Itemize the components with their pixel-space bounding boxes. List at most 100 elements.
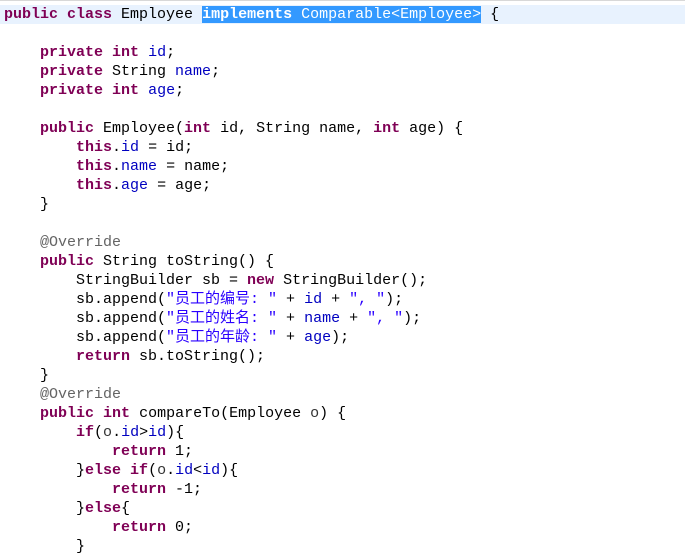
string-literal: "员工的编号: ": [166, 291, 278, 308]
code-text: }: [4, 462, 86, 479]
code-text: ;: [211, 63, 221, 80]
code-line[interactable]: }: [0, 537, 685, 556]
code-text: <: [193, 462, 203, 479]
field-ref: id: [175, 462, 194, 479]
code-text: String toString() {: [94, 253, 275, 270]
code-text: }: [4, 367, 50, 384]
code-line[interactable]: if(o.id>id){: [0, 423, 685, 442]
keyword: if: [76, 424, 95, 441]
code-line[interactable]: [0, 214, 685, 233]
code-line[interactable]: }else{: [0, 499, 685, 518]
keyword: return: [76, 348, 131, 365]
code-text: ;: [175, 82, 185, 99]
code-text: .: [166, 462, 176, 479]
code-line[interactable]: private int age;: [0, 81, 685, 100]
field-ref: age: [304, 329, 332, 346]
code-line[interactable]: return sb.toString();: [0, 347, 685, 366]
code-text: ;: [166, 44, 176, 61]
code-line[interactable]: @Override: [0, 385, 685, 404]
code-line[interactable]: [0, 100, 685, 119]
code-text: -1;: [166, 481, 203, 498]
code-line[interactable]: [0, 24, 685, 43]
keyword: this: [76, 139, 113, 156]
code-text: (: [148, 462, 158, 479]
code-line[interactable]: }: [0, 195, 685, 214]
code-text: +: [322, 291, 350, 308]
code-line[interactable]: @Override: [0, 233, 685, 252]
code-text: = name;: [157, 158, 230, 175]
code-text: }: [4, 196, 50, 213]
code-text: +: [340, 310, 368, 327]
code-text: }: [4, 538, 86, 555]
field-ref: id: [304, 291, 323, 308]
keyword: if: [130, 462, 149, 479]
code-text: sb.append(: [4, 291, 167, 308]
keyword: private: [40, 82, 104, 99]
field-ref: id: [148, 44, 167, 61]
code-line[interactable]: this.id = id;: [0, 138, 685, 157]
code-line[interactable]: }else if(o.id<id){: [0, 461, 685, 480]
keyword: public: [40, 405, 95, 422]
code-line[interactable]: this.name = name;: [0, 157, 685, 176]
code-line[interactable]: sb.append("员工的姓名: " + name + ", ");: [0, 309, 685, 328]
code-line[interactable]: sb.append("员工的编号: " + id + ", ");: [0, 290, 685, 309]
code-text: 1;: [166, 443, 194, 460]
parameter-ref: o: [103, 424, 113, 441]
field-ref: name: [304, 310, 341, 327]
keyword: this: [76, 158, 113, 175]
code-line[interactable]: public class Employee implements Compara…: [0, 5, 685, 24]
field-ref: id: [121, 424, 140, 441]
code-line[interactable]: private int id;: [0, 43, 685, 62]
code-text: );: [331, 329, 350, 346]
code-text: id, String name,: [211, 120, 374, 137]
code-line[interactable]: return 1;: [0, 442, 685, 461]
code-line[interactable]: sb.append("员工的年龄: " + age);: [0, 328, 685, 347]
code-text: +: [277, 329, 305, 346]
code-line[interactable]: public String toString() {: [0, 252, 685, 271]
keyword: class: [67, 6, 113, 23]
code-text: +: [277, 310, 305, 327]
code-line[interactable]: return 0;: [0, 518, 685, 537]
code-text: .: [112, 139, 122, 156]
code-text: ){: [166, 424, 185, 441]
field-ref: id: [121, 139, 140, 156]
code-line[interactable]: public int compareTo(Employee o) {: [0, 404, 685, 423]
selected-keyword: implements: [202, 6, 293, 23]
keyword: int: [373, 120, 401, 137]
code-line[interactable]: StringBuilder sb = new StringBuilder();: [0, 271, 685, 290]
keyword: private: [40, 63, 104, 80]
keyword: else: [85, 500, 122, 517]
code-text: StringBuilder();: [274, 272, 428, 289]
code-text: = id;: [139, 139, 194, 156]
code-text: {: [121, 500, 131, 517]
code-line[interactable]: }: [0, 366, 685, 385]
string-literal: "员工的姓名: ": [166, 310, 278, 327]
keyword: return: [112, 481, 167, 498]
code-text: ){: [220, 462, 239, 479]
code-text: {: [481, 6, 500, 23]
code-text: = age;: [148, 177, 212, 194]
keyword: new: [247, 272, 275, 289]
code-text: ) {: [319, 405, 347, 422]
code-line[interactable]: this.age = age;: [0, 176, 685, 195]
code-text: sb.append(: [4, 329, 167, 346]
code-line[interactable]: return -1;: [0, 480, 685, 499]
string-literal: "员工的年龄: ": [166, 329, 278, 346]
code-line[interactable]: private String name;: [0, 62, 685, 81]
field-ref: name: [175, 63, 212, 80]
code-line[interactable]: public Employee(int id, String name, int…: [0, 119, 685, 138]
code-editor[interactable]: public class Employee implements Compara…: [0, 0, 685, 555]
